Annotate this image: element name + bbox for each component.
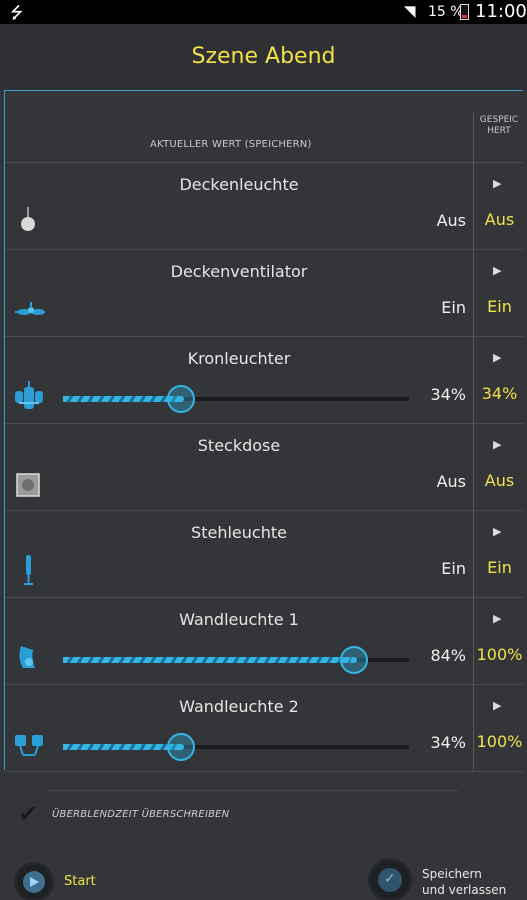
- chevron-right-icon[interactable]: ▶: [493, 438, 501, 451]
- slider-fill: [63, 396, 181, 402]
- save-and-exit-button[interactable]: ✓: [368, 858, 412, 900]
- device-name: Wandleuchte 1: [179, 610, 299, 629]
- device-name: Stehleuchte: [191, 523, 287, 542]
- battery-icon: [460, 4, 469, 20]
- current-value: 84%: [430, 646, 466, 665]
- device-table: AKTUELLER WERT (SPEICHERN) GESPEICHERT D…: [4, 90, 523, 772]
- clock: 11:00: [475, 1, 527, 22]
- current-value[interactable]: Ein: [441, 559, 466, 578]
- saved-value: Ein: [487, 297, 512, 316]
- column-divider: [473, 337, 474, 423]
- current-value[interactable]: Ein: [441, 298, 466, 317]
- slider-thumb[interactable]: [167, 385, 195, 413]
- socket-icon: [13, 466, 43, 500]
- device-row[interactable]: Deckenventilator Ein ▶ Ein: [5, 250, 523, 337]
- dimmer-slider[interactable]: [63, 733, 409, 761]
- wall-lamp-icon: [13, 640, 43, 674]
- current-value: 34%: [430, 733, 466, 752]
- device-row[interactable]: Deckenleuchte Aus ▶ Aus: [5, 163, 523, 250]
- save-label-line1: Speichern: [422, 867, 482, 881]
- saved-value: 100%: [476, 732, 523, 751]
- wall-lamp-double-icon: [13, 727, 43, 761]
- column-divider: [473, 424, 474, 510]
- column-divider: [473, 250, 474, 336]
- play-icon: [30, 877, 39, 887]
- saved-value: Aus: [484, 471, 515, 490]
- chevron-right-icon[interactable]: ▶: [493, 177, 501, 190]
- floor-lamp-icon: [13, 553, 43, 587]
- battery-percentage: 15 %: [428, 4, 464, 20]
- device-name: Kronleuchter: [187, 349, 291, 368]
- page-title: Szene Abend: [0, 24, 527, 90]
- ceiling-lamp-icon: [13, 205, 43, 239]
- slider-thumb[interactable]: [340, 646, 368, 674]
- chandelier-icon: [13, 379, 43, 413]
- column-divider: [473, 113, 474, 163]
- device-name: Steckdose: [197, 436, 281, 455]
- device-row[interactable]: Steckdose Aus ▶ Aus: [5, 424, 523, 511]
- chevron-right-icon[interactable]: ▶: [493, 612, 501, 625]
- slider-fill: [63, 657, 354, 663]
- current-value-header: AKTUELLER WERT (SPEICHERN): [150, 139, 312, 150]
- column-divider: [473, 163, 474, 249]
- current-value: 34%: [430, 385, 466, 404]
- override-fade-time-label: ÜBERBLENDZEIT ÜBERSCHREIBEN: [52, 809, 230, 820]
- saved-value: 34%: [481, 384, 518, 403]
- device-row[interactable]: Wandleuchte 1 84% ▶ 100%: [5, 598, 523, 685]
- save-label-line2: und verlassen: [422, 883, 507, 897]
- device-name: Wandleuchte 2: [179, 697, 299, 716]
- wifi-icon: ◥: [404, 2, 416, 20]
- current-value[interactable]: Aus: [437, 472, 466, 491]
- ceiling-fan-icon: [13, 292, 45, 326]
- table-header: AKTUELLER WERT (SPEICHERN) GESPEICHERT: [5, 91, 523, 163]
- checkmark-icon[interactable]: ✔: [18, 800, 38, 828]
- slider-fill: [63, 744, 181, 750]
- save-and-exit-label[interactable]: Speichern und verlassen: [422, 866, 506, 898]
- device-row[interactable]: Wandleuchte 2 34% ▶ 100%: [5, 685, 523, 772]
- status-bar: ⭍ ◥ 15 % 11:00: [0, 0, 527, 24]
- check-icon: ✓: [384, 871, 396, 887]
- current-value[interactable]: Aus: [437, 211, 466, 230]
- saved-value: Aus: [484, 210, 515, 229]
- column-divider: [473, 598, 474, 684]
- override-fade-time-checkbox[interactable]: ✔ ÜBERBLENDZEIT ÜBERSCHREIBEN: [18, 790, 498, 830]
- saved-header: GESPEICHERT: [479, 115, 519, 136]
- device-name: Deckenventilator: [170, 262, 308, 281]
- chevron-right-icon[interactable]: ▶: [493, 264, 501, 277]
- dimmer-slider[interactable]: [63, 385, 409, 413]
- start-button[interactable]: [14, 862, 54, 900]
- device-row[interactable]: Stehleuchte Ein ▶ Ein: [5, 511, 523, 598]
- saved-value: Ein: [487, 558, 512, 577]
- device-name: Deckenleuchte: [179, 175, 299, 194]
- chevron-right-icon[interactable]: ▶: [493, 351, 501, 364]
- column-divider: [473, 511, 474, 597]
- device-row[interactable]: Kronleuchter 34% ▶ 34%: [5, 337, 523, 424]
- dimmer-slider[interactable]: [63, 646, 409, 674]
- chevron-right-icon[interactable]: ▶: [493, 525, 501, 538]
- saved-value: 100%: [476, 645, 523, 664]
- column-divider: [473, 685, 474, 771]
- start-label[interactable]: Start: [64, 874, 96, 889]
- divider: [48, 790, 458, 791]
- chevron-right-icon[interactable]: ▶: [493, 699, 501, 712]
- slider-thumb[interactable]: [167, 733, 195, 761]
